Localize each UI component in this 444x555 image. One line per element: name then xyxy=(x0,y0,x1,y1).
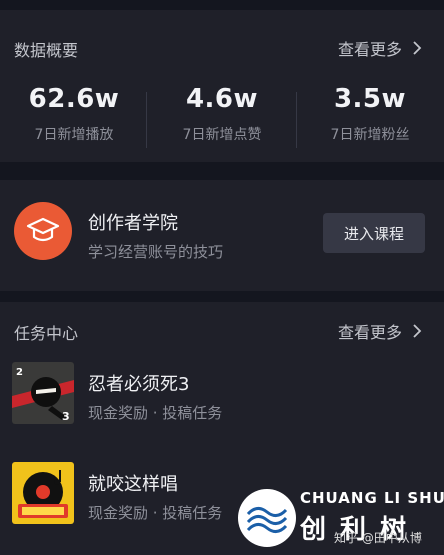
watermark-zhihu: 知乎 @田中从博 xyxy=(334,531,422,545)
task-item-ninja[interactable]: 2 3 忍者必须死3 现金奖励 · 投稿任务 xyxy=(0,362,444,432)
stat-label: 7日新增播放 xyxy=(34,127,114,143)
stat-likes[interactable]: 4.6w 7日新增点赞 xyxy=(148,84,296,144)
ninja-game-thumbnail-icon: 2 3 xyxy=(12,362,74,424)
task-subtitle: 现金奖励 · 投稿任务 xyxy=(88,404,223,422)
task-more-label: 查看更多 xyxy=(337,323,402,342)
svg-text:3: 3 xyxy=(62,410,70,423)
task-more-link[interactable]: 查看更多 xyxy=(338,319,426,343)
task-name: 就咬这样唱 xyxy=(88,474,178,495)
enter-course-button[interactable]: 进入课程 xyxy=(323,213,425,253)
chevron-right-icon xyxy=(413,324,422,338)
task-name: 忍者必须死3 xyxy=(88,374,190,395)
stat-followers[interactable]: 3.5w 7日新增粉丝 xyxy=(296,84,444,144)
stat-value: 62.6w xyxy=(28,84,120,114)
stats-title: 数据概要 xyxy=(14,41,79,60)
stat-value: 3.5w xyxy=(333,84,407,114)
academy-subtitle: 学习经营账号的技巧 xyxy=(88,243,224,261)
task-center-title: 任务中心 xyxy=(14,324,79,343)
chevron-right-icon xyxy=(413,41,422,55)
divider xyxy=(146,92,147,148)
watermark-english: CHUANG LI SHU xyxy=(300,489,444,507)
stat-views[interactable]: 62.6w 7日新增播放 xyxy=(0,84,148,144)
wave-logo-icon xyxy=(238,489,296,547)
svg-text:2: 2 xyxy=(16,367,23,378)
stat-value: 4.6w xyxy=(185,84,259,114)
academy-title: 创作者学院 xyxy=(88,213,178,234)
academy-card[interactable]: 创作者学院 学习经营账号的技巧 进入课程 xyxy=(0,180,444,291)
stats-more-link[interactable]: 查看更多 xyxy=(338,36,426,60)
stat-label: 7日新增粉丝 xyxy=(330,127,410,143)
stat-label: 7日新增点赞 xyxy=(182,127,262,143)
stats-more-label: 查看更多 xyxy=(337,40,402,59)
task-subtitle: 现金奖励 · 投稿任务 xyxy=(88,504,223,522)
stats-card: 数据概要 查看更多 62.6w 7日新增播放 4.6w 7日新增点赞 3.5w … xyxy=(0,10,444,162)
music-game-thumbnail-icon xyxy=(12,462,74,524)
graduation-cap-icon xyxy=(14,202,72,260)
watermark: CHUANG LI SHU 创利树 知乎 @田中从博 xyxy=(238,483,444,555)
